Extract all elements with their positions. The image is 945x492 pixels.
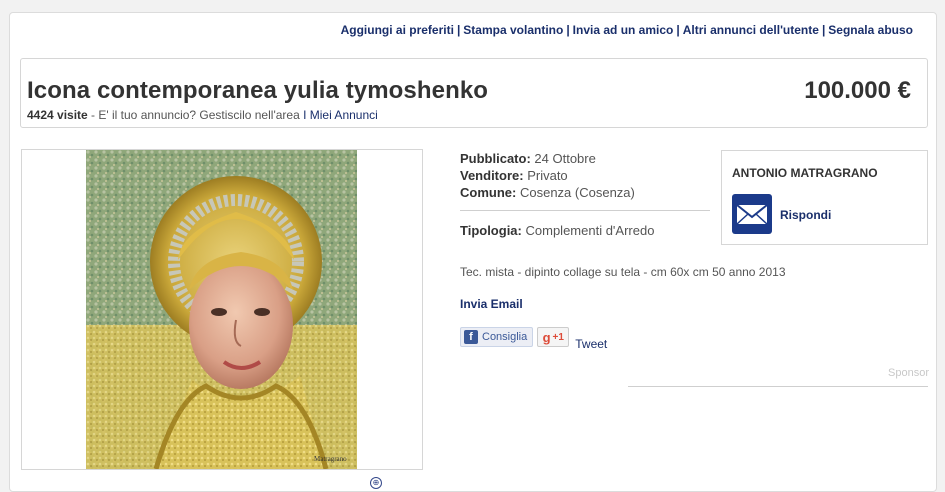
listing-title: Icona contemporanea yulia tymoshenko [27, 77, 489, 104]
seller-name: ANTONIO MATRAGRANO [732, 166, 878, 180]
print-flyer-link[interactable]: Stampa volantino [463, 23, 563, 37]
type-label: Tipologia: [460, 223, 522, 238]
my-ads-link[interactable]: I Miei Annunci [303, 108, 378, 122]
report-abuse-link[interactable]: Segnala abuso [828, 23, 913, 37]
listing-price: 100.000 € [804, 77, 911, 104]
separator: | [676, 23, 680, 37]
listing-photo[interactable]: Matragrano [86, 150, 357, 469]
listing-description: Tec. mista - dipinto collage su tela - c… [460, 265, 786, 279]
sponsor-divider [628, 386, 928, 387]
published-value: 24 Ottobre [534, 151, 596, 166]
painting-signature: Matragrano [314, 455, 347, 463]
facebook-like-button[interactable]: f Consiglia [460, 327, 534, 347]
details-divider [460, 210, 710, 211]
google-plus-button[interactable]: g +1 [537, 327, 570, 347]
top-links-bar: Aggiungi ai preferiti | Stampa volantino | I… [341, 23, 913, 37]
google-plus-icon: g [542, 329, 551, 345]
send-to-friend-link[interactable]: Invia ad un amico [573, 23, 674, 37]
listing-image-box[interactable]: Matragrano [21, 149, 423, 470]
social-buttons: f Consiglia g +1 Tweet [460, 327, 607, 351]
seller-value: Privato [527, 168, 568, 183]
town-value: Cosenza (Cosenza) [519, 185, 635, 200]
type-value: Complementi d'Arredo [525, 223, 655, 238]
send-email-link[interactable]: Invia Email [460, 297, 523, 311]
reply-button[interactable]: Rispondi [780, 208, 831, 222]
zoom-icon[interactable]: ⊕ [370, 477, 382, 489]
facebook-icon: f [464, 330, 478, 344]
other-ads-link[interactable]: Altri annunci dell'utente [683, 23, 819, 37]
separator: | [821, 23, 826, 37]
listing-header: Icona contemporanea yulia tymoshenko 100… [20, 58, 928, 128]
contact-box: ANTONIO MATRAGRANO Rispondi [721, 150, 928, 245]
town-label: Comune: [460, 185, 517, 200]
sponsor-label: Sponsor [888, 367, 929, 379]
add-to-favorites-link[interactable]: Aggiungi ai preferiti [341, 23, 454, 37]
tweet-button[interactable]: Tweet [575, 337, 607, 351]
separator: | [456, 23, 461, 37]
google-plus-label: +1 [552, 331, 564, 343]
listing-details: Pubblicato: 24 Ottobre Venditore: Privat… [460, 150, 635, 201]
facebook-like-label: Consiglia [482, 331, 528, 343]
visits-count: 4424 visite [27, 108, 88, 122]
type-line: Tipologia: Complementi d'Arredo [460, 223, 654, 238]
separator: | [566, 23, 570, 37]
mail-envelope-icon[interactable] [732, 194, 772, 234]
seller-label: Venditore: [460, 168, 524, 183]
visits-text: - E' il tuo annuncio? Gestiscilo nell'ar… [87, 108, 304, 122]
visits-line: 4424 visite - E' il tuo annuncio? Gestis… [27, 108, 378, 122]
published-label: Pubblicato: [460, 151, 531, 166]
